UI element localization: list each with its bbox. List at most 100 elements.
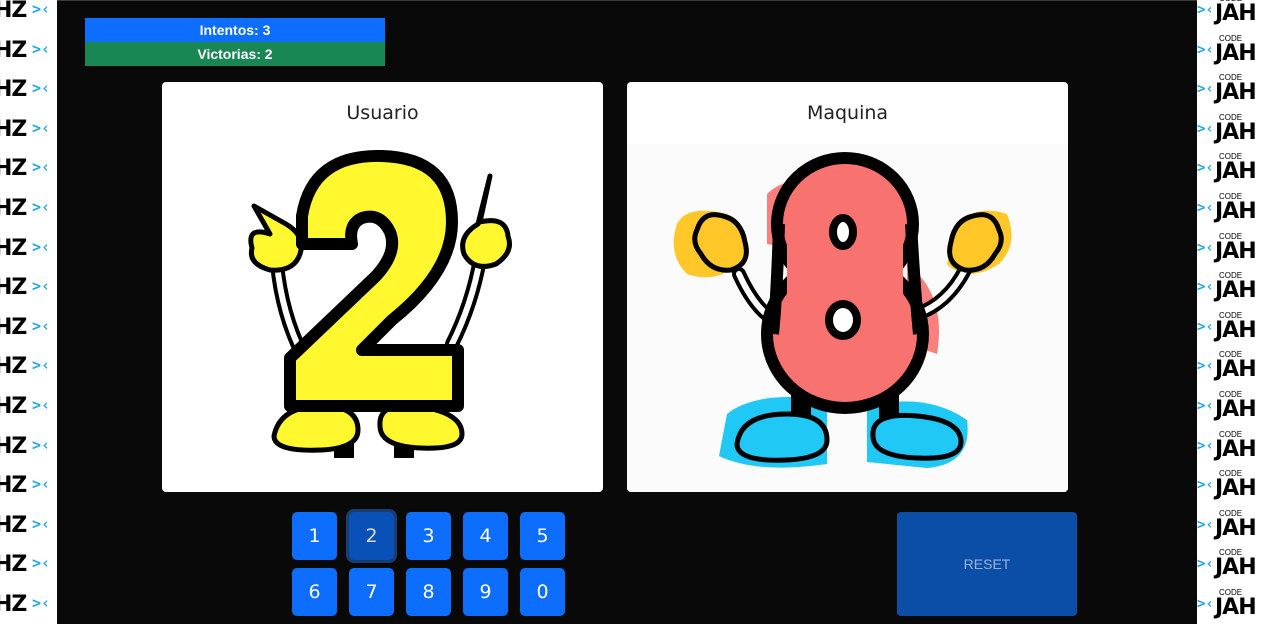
logo-pattern-tile: HZ >‹ [0, 586, 57, 624]
number-keypad: 12345 67890 [292, 512, 572, 616]
code-arrow-icon: >‹ [1197, 398, 1214, 414]
number-key-7[interactable]: 7 [349, 568, 394, 616]
code-arrow-icon: >‹ [32, 396, 51, 414]
machine-card-title: Maquina [806, 102, 889, 124]
machine-card: Maquina [627, 82, 1068, 492]
logo-pattern-tile: >‹CODEJAH [1197, 190, 1263, 230]
code-arrow-icon: >‹ [1197, 120, 1214, 137]
code-arrow-icon: >‹ [32, 158, 51, 177]
reset-button[interactable]: RESET [897, 512, 1077, 616]
logo-pattern-tile: >‹CODEJAH [1197, 111, 1263, 151]
logo-fragment: HZ [0, 552, 27, 578]
wins-counter: Victorias: 2 [85, 42, 385, 66]
code-arrow-icon: >‹ [1197, 437, 1214, 454]
logo-pattern-tile: >‹CODEJAH [1197, 586, 1263, 624]
logo-pattern-tile: HZ >‹ [0, 467, 57, 507]
code-arrow-icon: >‹ [32, 237, 51, 256]
logo-fragment: HZ [0, 235, 27, 261]
logo-pattern-tile: >‹CODEJAH [1197, 32, 1263, 72]
logo-fragment: HZ [0, 394, 27, 419]
logo-jah-text: JAH [1215, 476, 1257, 502]
code-arrow-icon: >‹ [1197, 81, 1214, 98]
code-arrow-icon: >‹ [32, 514, 51, 533]
number-key-3[interactable]: 3 [406, 512, 451, 560]
logo-pattern-tile: >‹CODEJAH [1197, 348, 1263, 388]
number-key-6[interactable]: 6 [292, 568, 337, 616]
code-arrow-icon: >‹ [1197, 516, 1214, 533]
score-panel: Intentos: 3 Victorias: 2 [85, 18, 385, 66]
logo-jah-text: JAH [1215, 515, 1257, 541]
logo-pattern-tile: >‹CODEJAH [1197, 0, 1263, 32]
number-key-2[interactable]: 2 [349, 512, 394, 560]
logo-jah-text: JAH [1215, 159, 1257, 185]
logo-fragment: HZ [0, 473, 27, 499]
code-arrow-icon: >‹ [1197, 200, 1214, 216]
logo-fragment: HZ [0, 512, 27, 538]
logo-pattern-tile: >‹CODEJAH [1197, 546, 1263, 586]
logo-pattern-tile: >‹CODEJAH [1197, 507, 1263, 547]
logo-pattern-tile: HZ >‹ [0, 71, 57, 111]
code-arrow-icon: >‹ [1197, 2, 1214, 18]
logo-jah-text: JAH [1215, 278, 1257, 304]
code-arrow-icon: >‹ [32, 39, 51, 58]
logo-jah-text: JAH [1215, 555, 1257, 581]
logo-fragment: HZ [0, 196, 27, 221]
code-arrow-icon: >‹ [1197, 279, 1214, 296]
code-arrow-icon: >‹ [1197, 556, 1214, 573]
logo-pattern-tile: >‹CODEJAH [1197, 150, 1263, 190]
logo-jah-text: JAH [1215, 199, 1257, 224]
code-arrow-icon: >‹ [32, 198, 51, 216]
logo-jah-text: JAH [1215, 119, 1257, 145]
code-arrow-icon: >‹ [32, 316, 51, 335]
code-arrow-icon: >‹ [32, 475, 51, 494]
number-key-9[interactable]: 9 [463, 568, 508, 616]
logo-fragment: HZ [0, 77, 27, 103]
logo-pattern-tile: HZ >‹ [0, 507, 57, 547]
number-key-4[interactable]: 4 [463, 512, 508, 560]
user-card-title: Usuario [346, 102, 419, 124]
logo-pattern-tile: HZ >‹ [0, 428, 57, 468]
code-arrow-icon: >‹ [32, 554, 51, 573]
code-arrow-icon: >‹ [32, 594, 51, 612]
game-area: Intentos: 3 Victorias: 2 Usuario Maquina… [57, 0, 1197, 624]
logo-pattern-tile: >‹CODEJAH [1197, 467, 1263, 507]
code-arrow-icon: >‹ [1197, 596, 1214, 612]
code-arrow-icon: >‹ [1197, 477, 1214, 494]
logo-fragment: HZ [0, 37, 27, 63]
logo-pattern-tile: >‹CODEJAH [1197, 230, 1263, 270]
code-arrow-icon: >‹ [32, 435, 51, 454]
logo-jah-text: JAH [1215, 238, 1257, 264]
number-key-0[interactable]: 0 [520, 568, 565, 616]
code-arrow-icon: >‹ [1197, 160, 1214, 177]
logo-pattern-tile: >‹CODEJAH [1197, 428, 1263, 468]
code-arrow-icon: >‹ [1197, 41, 1214, 58]
logo-fragment: HZ [0, 275, 27, 301]
attempts-counter: Intentos: 3 [85, 18, 385, 42]
logo-pattern-tile: HZ >‹ [0, 546, 57, 586]
logo-jah-text: JAH [1215, 1, 1257, 26]
logo-pattern-tile: HZ >‹ [0, 0, 57, 32]
code-arrow-icon: >‹ [32, 118, 51, 137]
logo-pattern-tile: HZ >‹ [0, 388, 57, 428]
machine-number-image [627, 144, 1068, 492]
logo-jah-text: JAH [1215, 80, 1257, 106]
user-card: Usuario [162, 82, 603, 492]
number-key-8[interactable]: 8 [406, 568, 451, 616]
logo-pattern-tile: HZ >‹ [0, 32, 57, 72]
logo-fragment: HZ [0, 314, 27, 340]
code-arrow-icon: >‹ [32, 0, 51, 18]
left-pattern-strip: HZ >‹ HZ >‹ HZ >‹ HZ >‹ HZ >‹ HZ >‹ HZ >‹ HZ >‹ HZ >‹ HZ >‹… [0, 0, 57, 624]
logo-pattern-tile: HZ >‹ [0, 111, 57, 151]
logo-pattern-tile: >‹CODEJAH [1197, 309, 1263, 349]
logo-pattern-tile: HZ >‹ [0, 230, 57, 270]
number-key-1[interactable]: 1 [292, 512, 337, 560]
logo-pattern-tile: >‹CODEJAH [1197, 388, 1263, 428]
logo-jah-text: JAH [1215, 317, 1257, 343]
code-arrow-icon: >‹ [32, 356, 51, 375]
user-number-image [248, 149, 512, 458]
logo-pattern-tile: HZ >‹ [0, 190, 57, 230]
code-arrow-icon: >‹ [32, 79, 51, 98]
right-pattern-strip: >‹CODEJAH>‹CODEJAH>‹CODEJAH>‹CODEJAH>‹CO… [1197, 0, 1263, 624]
code-arrow-icon: >‹ [1197, 358, 1214, 375]
number-key-5[interactable]: 5 [520, 512, 565, 560]
